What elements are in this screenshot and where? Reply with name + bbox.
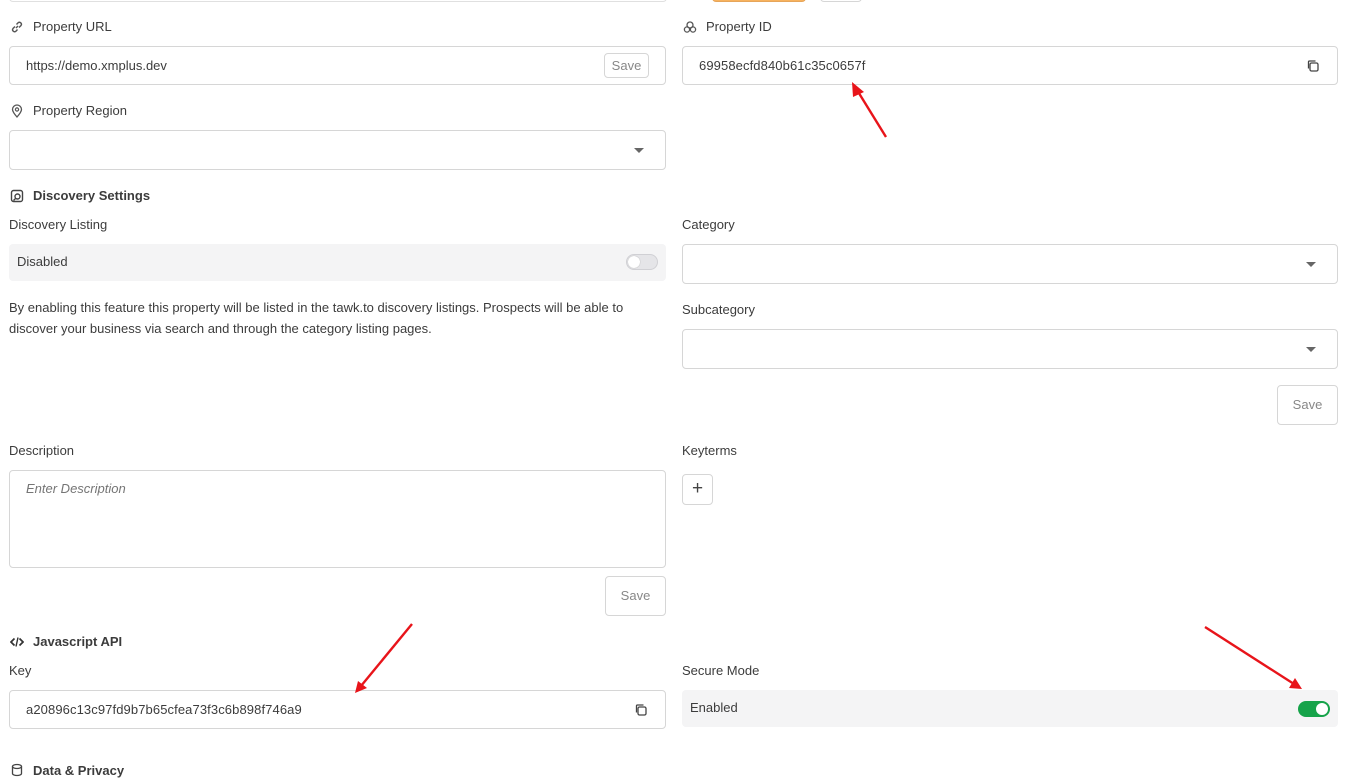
top-partial-field	[9, 0, 667, 2]
api-key-field[interactable]: a20896c13c97fd9b7b65cfea73f3c6b898f746a9	[9, 690, 666, 729]
link-icon	[10, 20, 24, 34]
secure-mode-status: Enabled	[690, 700, 738, 715]
database-icon	[10, 763, 24, 777]
discovery-listing-row: Disabled	[9, 244, 666, 281]
secure-mode-row: Enabled	[682, 690, 1338, 727]
copy-icon[interactable]	[1306, 59, 1320, 73]
code-icon	[9, 635, 25, 649]
annotation-arrow-property-id	[852, 82, 888, 138]
discovery-settings-title: Discovery Settings	[33, 188, 151, 203]
property-url-label: Property URL	[33, 19, 112, 34]
id-icon	[683, 20, 697, 34]
category-select[interactable]	[682, 244, 1338, 284]
category-save-button[interactable]: Save	[1277, 385, 1338, 425]
property-region-label: Property Region	[33, 103, 127, 118]
javascript-api-title: Javascript API	[33, 634, 123, 649]
toggle-knob	[628, 256, 640, 268]
property-url-save-button[interactable]: Save	[604, 53, 649, 78]
property-url-value[interactable]: https://demo.xmplus.dev	[26, 47, 167, 84]
add-keyterm-button[interactable]: +	[682, 474, 713, 505]
key-label: Key	[9, 663, 32, 678]
annotation-arrows	[355, 82, 1302, 693]
top-partial-orange-button[interactable]	[712, 0, 806, 2]
property-id-value[interactable]: 69958ecfd840b61c35c0657f	[699, 47, 866, 84]
keyterms-label: Keyterms	[682, 443, 737, 458]
secure-mode-label: Secure Mode	[682, 663, 760, 678]
discovery-listing-status: Disabled	[17, 254, 68, 269]
top-partial-button[interactable]	[820, 0, 862, 2]
subcategory-label: Subcategory	[682, 302, 755, 317]
chevron-down-icon	[1306, 262, 1316, 267]
annotation-arrow-api-key	[355, 623, 413, 693]
data-privacy-title: Data & Privacy	[33, 763, 125, 778]
toggle-knob	[1316, 703, 1328, 715]
secure-mode-toggle[interactable]	[1298, 701, 1330, 717]
discovery-icon	[10, 189, 24, 203]
property-id-label: Property ID	[706, 19, 772, 34]
chevron-down-icon	[1306, 347, 1316, 352]
discovery-listing-label: Discovery Listing	[9, 217, 108, 232]
chevron-down-icon	[634, 148, 644, 153]
api-key-value[interactable]: a20896c13c97fd9b7b65cfea73f3c6b898f746a9	[26, 691, 302, 728]
discovery-listing-toggle[interactable]	[626, 254, 658, 270]
property-region-select[interactable]	[9, 130, 666, 170]
location-pin-icon	[10, 104, 24, 118]
discovery-description-text: By enabling this feature this property w…	[9, 300, 624, 336]
category-label: Category	[682, 217, 735, 232]
description-save-button[interactable]: Save	[605, 576, 666, 616]
property-url-field[interactable]: https://demo.xmplus.dev Save	[9, 46, 666, 85]
annotation-arrow-secure-mode	[1204, 625, 1302, 689]
copy-icon[interactable]	[634, 703, 648, 717]
subcategory-select[interactable]	[682, 329, 1338, 369]
description-textarea[interactable]	[9, 470, 666, 568]
property-id-field[interactable]: 69958ecfd840b61c35c0657f	[682, 46, 1338, 85]
description-label: Description	[9, 443, 75, 458]
